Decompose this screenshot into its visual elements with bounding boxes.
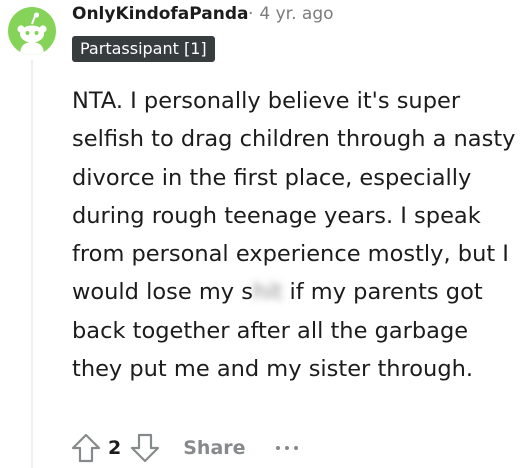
username[interactable]: OnlyKindofaPanda (72, 4, 249, 24)
avatar[interactable] (8, 7, 56, 55)
upvote-icon[interactable] (68, 430, 104, 466)
dot-icon (284, 446, 289, 450)
comment-body: NTA. I personally believe it's super sel… (72, 82, 518, 388)
more-options-icon[interactable] (275, 446, 298, 450)
reddit-snoo-icon (17, 12, 47, 55)
censored-word: hit (252, 279, 283, 306)
share-button[interactable]: Share (183, 437, 245, 459)
thread-line[interactable] (31, 60, 33, 468)
comment-age[interactable]: 4 yr. ago (259, 4, 333, 24)
comment-meta: · 4 yr. ago (248, 4, 334, 24)
vote-count: 2 (108, 437, 122, 459)
dot-icon (275, 446, 280, 450)
dot-icon (293, 446, 298, 450)
comment-actions: 2 Share (68, 428, 298, 468)
meta-separator: · (248, 4, 254, 24)
user-flair: Partassipant [1] (72, 36, 215, 62)
downvote-icon[interactable] (127, 430, 163, 466)
comment-body-part-1: NTA. I personally believe it's super sel… (72, 88, 516, 306)
